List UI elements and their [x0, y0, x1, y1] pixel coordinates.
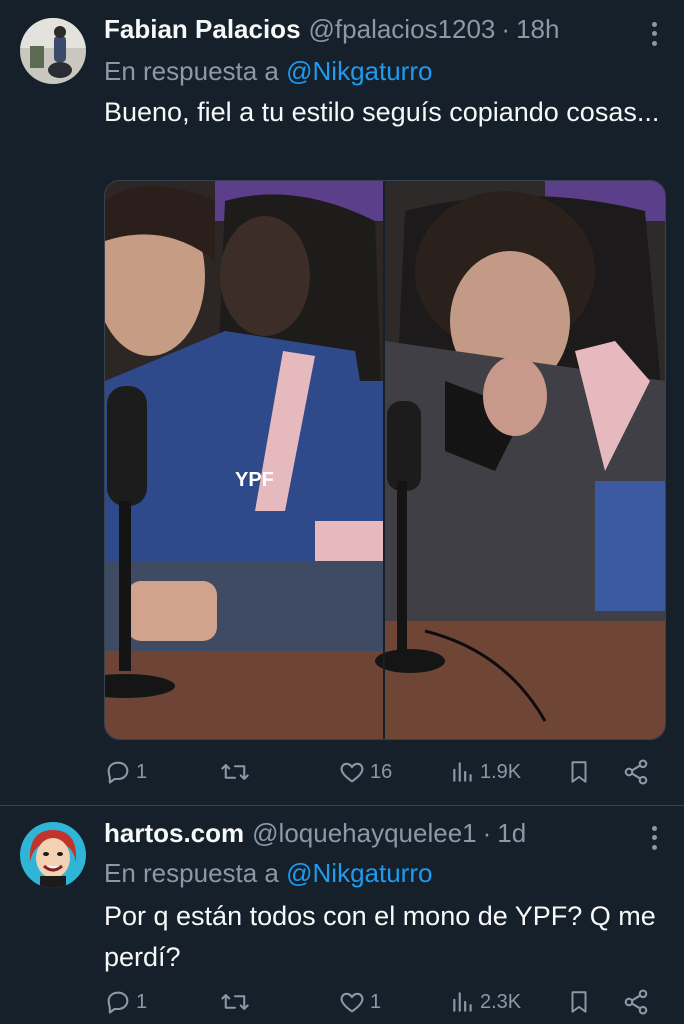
avatar[interactable]	[20, 18, 86, 84]
reply-prefix: En respuesta a	[104, 858, 279, 888]
share-button[interactable]	[622, 986, 650, 1018]
tweet-2[interactable]: hartos.com @loquehayquelee1 · 1d En resp…	[0, 806, 684, 1024]
reply-button[interactable]: 1	[104, 986, 147, 1018]
reply-context: En respuesta a @Nikgaturro	[104, 858, 432, 889]
share-icon	[624, 759, 648, 785]
tweet-actions: 1 1 2.3K	[104, 986, 654, 1018]
reply-icon	[107, 991, 129, 1014]
author-name[interactable]: hartos.com	[104, 818, 244, 849]
tweet-1[interactable]: Fabian Palacios @fpalacios1203 · 18h En …	[0, 0, 684, 804]
bookmark-button[interactable]	[566, 756, 592, 788]
tweet-media[interactable]: YPF	[104, 180, 666, 740]
bookmark-icon	[571, 991, 587, 1013]
views-icon	[453, 762, 472, 782]
author-name[interactable]: Fabian Palacios	[104, 14, 301, 45]
retweet-icon	[221, 994, 249, 1010]
tweet-header: hartos.com @loquehayquelee1 · 1d	[104, 818, 526, 850]
reply-mention[interactable]: @Nikgaturro	[286, 858, 432, 888]
reply-context: En respuesta a @Nikgaturro	[104, 56, 432, 87]
retweet-icon	[221, 764, 249, 780]
more-icon[interactable]	[650, 20, 658, 48]
bookmark-button[interactable]	[566, 986, 592, 1018]
views-button[interactable]: 2.3K	[450, 986, 521, 1018]
reply-button[interactable]: 1	[104, 756, 147, 788]
tweet-text: Por q están todos con el mono de YPF? Q …	[104, 901, 656, 972]
tweet-actions: 1 16 1.9K	[104, 756, 654, 788]
timestamp[interactable]: 1d	[497, 818, 526, 849]
retweet-button[interactable]	[220, 986, 254, 1018]
separator: ·	[501, 14, 511, 44]
author-handle[interactable]: @fpalacios1203	[309, 14, 496, 45]
reply-prefix: En respuesta a	[104, 56, 279, 86]
separator: ·	[482, 818, 492, 848]
views-count: 2.3K	[480, 990, 522, 1013]
bookmark-icon	[571, 761, 587, 783]
timestamp[interactable]: 18h	[516, 14, 559, 45]
views-count: 1.9K	[480, 760, 522, 783]
tweet-header: Fabian Palacios @fpalacios1203 · 18h	[104, 14, 559, 46]
views-button[interactable]: 1.9K	[450, 756, 521, 788]
share-button[interactable]	[622, 756, 650, 788]
like-icon	[340, 762, 364, 783]
reply-count: 1	[136, 990, 148, 1013]
more-icon[interactable]	[650, 824, 658, 852]
like-count: 16	[370, 760, 393, 783]
like-icon	[340, 992, 364, 1013]
avatar[interactable]	[20, 822, 86, 888]
like-button[interactable]: 1	[338, 986, 381, 1018]
retweet-button[interactable]	[220, 756, 254, 788]
media-image: YPF	[105, 181, 665, 739]
author-handle[interactable]: @loquehayquelee1	[252, 818, 476, 849]
views-icon	[453, 992, 472, 1012]
like-button[interactable]: 16	[338, 756, 392, 788]
like-count: 1	[370, 990, 382, 1013]
reply-mention[interactable]: @Nikgaturro	[286, 56, 432, 86]
media-logo-text: YPF	[235, 469, 274, 491]
reply-icon	[107, 761, 129, 784]
share-icon	[624, 989, 648, 1015]
reply-count: 1	[136, 760, 148, 783]
tweet-text: Bueno, fiel a tu estilo seguís copiando …	[104, 97, 660, 127]
